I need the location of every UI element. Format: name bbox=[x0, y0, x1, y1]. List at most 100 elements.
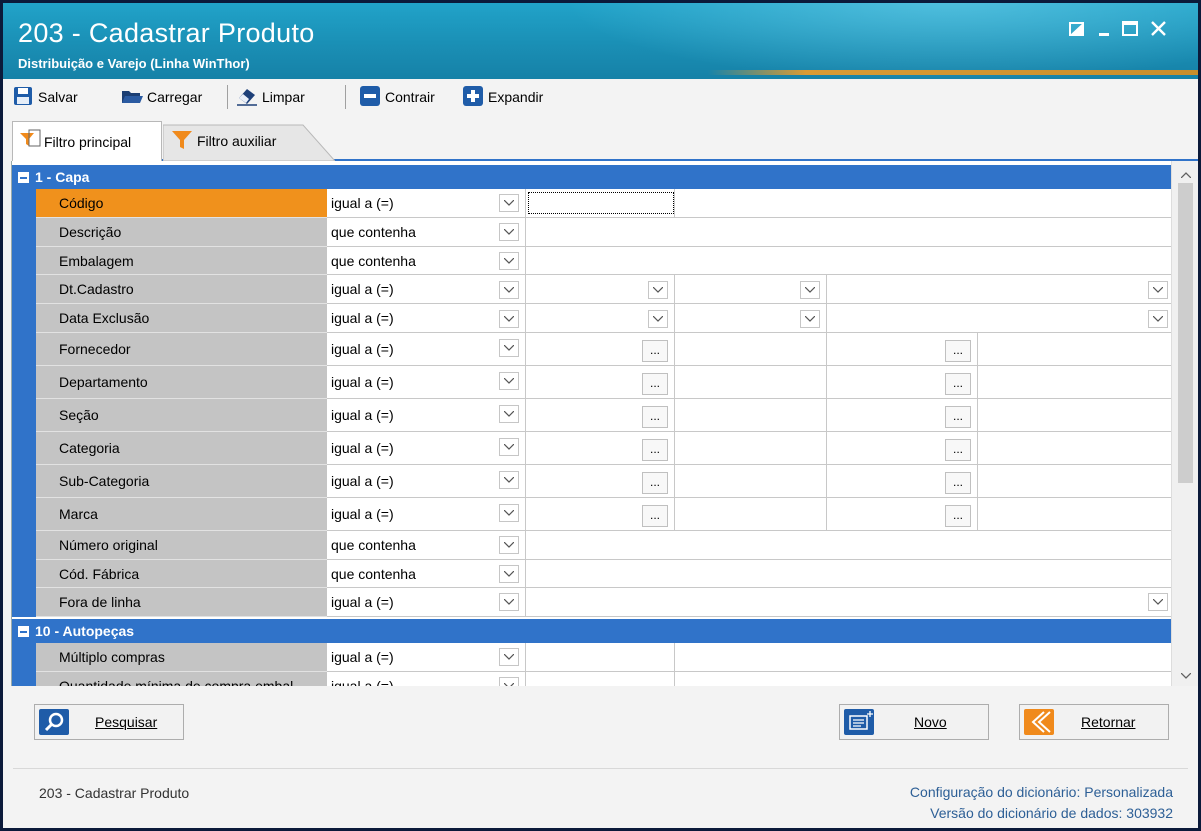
filter-row-departamento: Departamento igual a (=) ... ... bbox=[12, 366, 1171, 399]
collapse-button[interactable]: Contrair bbox=[359, 85, 435, 108]
filter-row-fora-de-linha: Fora de linha igual a (=) bbox=[12, 588, 1171, 617]
lookup-button[interactable]: ... bbox=[642, 406, 668, 428]
operator-select[interactable]: que contenha bbox=[327, 531, 526, 560]
load-button[interactable]: Carregar bbox=[121, 86, 202, 108]
clear-button[interactable]: Limpar bbox=[236, 86, 305, 108]
tab-auxiliary-filter[interactable]: Filtro auxiliar bbox=[163, 123, 335, 161]
funnel-edit-icon bbox=[19, 129, 41, 154]
clear-label: Limpar bbox=[262, 89, 305, 105]
operator-select[interactable]: igual a (=) bbox=[327, 399, 526, 432]
expand-button[interactable]: Expandir bbox=[462, 85, 543, 108]
operator-select[interactable]: igual a (=) bbox=[327, 643, 526, 672]
chevron-down-icon[interactable] bbox=[499, 536, 519, 554]
close-icon[interactable] bbox=[1146, 16, 1172, 42]
filter-row-dt-cadastro: Dt.Cadastro igual a (=) bbox=[12, 275, 1171, 304]
chevron-down-icon[interactable] bbox=[800, 281, 820, 299]
operator-select[interactable]: que contenha bbox=[327, 247, 526, 275]
lookup-button[interactable]: ... bbox=[642, 340, 668, 362]
eraser-icon bbox=[236, 86, 258, 109]
chevron-down-icon[interactable] bbox=[499, 194, 519, 212]
value-input[interactable] bbox=[526, 531, 1171, 560]
lookup-button[interactable]: ... bbox=[642, 373, 668, 395]
scroll-up-icon[interactable] bbox=[1178, 167, 1193, 181]
chevron-down-icon[interactable] bbox=[800, 310, 820, 328]
search-button[interactable]: Pesquisar bbox=[34, 704, 184, 740]
operator-select[interactable]: igual a (=) bbox=[327, 465, 526, 498]
field-label: Embalagem bbox=[36, 247, 327, 275]
lookup-button[interactable]: ... bbox=[945, 505, 971, 527]
chevron-down-icon[interactable] bbox=[499, 310, 519, 328]
group-header-autopecas[interactable]: 10 - Autopeças bbox=[12, 619, 1171, 643]
status-dict-version: Versão do dicionário de dados: 303932 bbox=[930, 805, 1173, 821]
collapse-toggle-icon[interactable] bbox=[18, 171, 29, 183]
lookup-button[interactable]: ... bbox=[945, 472, 971, 494]
value-input[interactable] bbox=[526, 247, 1171, 275]
operator-select[interactable]: igual a (=) bbox=[327, 672, 526, 686]
lookup-button[interactable]: ... bbox=[945, 373, 971, 395]
minimize-icon[interactable] bbox=[1093, 16, 1119, 42]
lookup-desc bbox=[675, 333, 827, 366]
chevron-down-icon[interactable] bbox=[499, 677, 519, 686]
value-input[interactable] bbox=[526, 672, 675, 686]
value-input[interactable] bbox=[526, 560, 1171, 588]
group-header-capa[interactable]: 1 - Capa bbox=[12, 165, 1171, 189]
lookup-desc bbox=[675, 432, 827, 465]
chevron-down-icon[interactable] bbox=[499, 252, 519, 270]
chevron-down-icon[interactable] bbox=[499, 372, 519, 390]
chevron-down-icon[interactable] bbox=[648, 310, 668, 328]
value-input-2[interactable] bbox=[675, 672, 1171, 686]
chevron-down-icon[interactable] bbox=[499, 648, 519, 666]
chevron-down-icon[interactable] bbox=[499, 565, 519, 583]
operator-select[interactable]: igual a (=) bbox=[327, 432, 526, 465]
app-window: 203 - Cadastrar Produto Distribuição e V… bbox=[0, 0, 1201, 831]
lookup-button[interactable]: ... bbox=[945, 406, 971, 428]
save-button[interactable]: Salvar bbox=[12, 86, 78, 108]
lookup-button[interactable]: ... bbox=[642, 505, 668, 527]
chevron-down-icon[interactable] bbox=[499, 438, 519, 456]
chevron-down-icon[interactable] bbox=[1148, 593, 1168, 611]
funnel-icon bbox=[171, 129, 193, 154]
chevron-down-icon[interactable] bbox=[648, 281, 668, 299]
date-period-input[interactable] bbox=[827, 275, 1171, 304]
scroll-down-icon[interactable] bbox=[1178, 668, 1193, 682]
row-indent bbox=[12, 531, 36, 560]
new-button[interactable]: Novo bbox=[839, 704, 989, 740]
chevron-down-icon[interactable] bbox=[499, 504, 519, 522]
chevron-down-icon[interactable] bbox=[499, 593, 519, 611]
restore-icon[interactable] bbox=[1065, 16, 1091, 42]
chevron-down-icon[interactable] bbox=[499, 281, 519, 299]
chevron-down-icon[interactable] bbox=[499, 471, 519, 489]
chevron-down-icon[interactable] bbox=[499, 405, 519, 423]
operator-select[interactable]: igual a (=) bbox=[327, 304, 526, 333]
scrollbar-thumb[interactable] bbox=[1178, 183, 1193, 483]
value-select[interactable] bbox=[526, 588, 1171, 617]
operator-select[interactable]: igual a (=) bbox=[327, 498, 526, 531]
maximize-icon[interactable] bbox=[1118, 16, 1144, 42]
operator-select[interactable]: igual a (=) bbox=[327, 333, 526, 366]
chevron-down-icon[interactable] bbox=[499, 223, 519, 241]
chevron-down-icon[interactable] bbox=[1148, 310, 1168, 328]
operator-select[interactable]: que contenha bbox=[327, 560, 526, 588]
operator-select[interactable]: igual a (=) bbox=[327, 366, 526, 399]
back-button[interactable]: Retornar bbox=[1019, 704, 1169, 740]
value-input[interactable] bbox=[526, 218, 1171, 247]
lookup-button[interactable]: ... bbox=[642, 439, 668, 461]
date-period-input[interactable] bbox=[827, 304, 1171, 333]
vertical-scrollbar[interactable] bbox=[1171, 161, 1198, 686]
filter-grid: 1 - Capa Código igual a (=) Descrição qu… bbox=[11, 161, 1171, 686]
lookup-button[interactable]: ... bbox=[642, 472, 668, 494]
lookup-button[interactable]: ... bbox=[945, 439, 971, 461]
collapse-toggle-icon[interactable] bbox=[18, 625, 29, 637]
operator-select[interactable]: que contenha bbox=[327, 218, 526, 247]
operator-select[interactable]: igual a (=) bbox=[327, 588, 526, 617]
chevron-down-icon[interactable] bbox=[499, 339, 519, 357]
chevron-down-icon[interactable] bbox=[1148, 281, 1168, 299]
value-input-2[interactable] bbox=[675, 643, 1171, 672]
value-input[interactable] bbox=[526, 643, 675, 672]
toolbar-separator bbox=[345, 85, 346, 109]
magnifier-icon bbox=[39, 709, 69, 735]
lookup-button[interactable]: ... bbox=[945, 340, 971, 362]
operator-select[interactable]: igual a (=) bbox=[327, 189, 526, 218]
tab-main-filter[interactable]: Filtro principal bbox=[12, 121, 162, 161]
operator-select[interactable]: igual a (=) bbox=[327, 275, 526, 304]
